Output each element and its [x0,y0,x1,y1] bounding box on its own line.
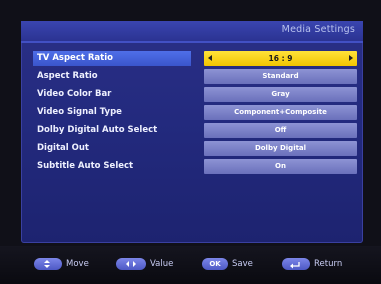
arrow-right-icon[interactable] [349,55,353,61]
hint-value-label: Value [150,259,174,269]
setting-value[interactable]: Gray [204,87,357,102]
hint-move-label: Move [66,259,89,269]
setting-label: Subtitle Auto Select [37,161,134,171]
panel-title: Media Settings [281,24,355,35]
setting-value-selector[interactable]: 16 : 9 [204,51,357,66]
setting-value[interactable]: Component+Composite [204,105,357,120]
setting-row-digital-out[interactable]: Digital Out Dolby Digital [30,141,358,156]
setting-value: 16 : 9 [268,54,293,63]
hint-return-label: Return [314,259,343,269]
setting-label: Aspect Ratio [37,71,98,81]
setting-row-video-signal-type[interactable]: Video Signal Type Component+Composite [30,105,358,120]
up-down-arrows-icon [34,258,62,270]
left-right-arrows-icon [116,258,146,270]
setting-row-subtitle-auto-select[interactable]: Subtitle Auto Select On [30,159,358,174]
setting-label: Digital Out [37,143,89,153]
setting-row-tv-aspect-ratio[interactable]: TV Aspect Ratio 16 : 9 [30,51,358,66]
panel-header: Media Settings [21,21,363,41]
hint-save-label: Save [232,259,253,269]
setting-label: Video Signal Type [37,107,122,117]
setting-row-aspect-ratio[interactable]: Aspect Ratio Standard [30,69,358,84]
header-divider [21,41,363,43]
setting-label: TV Aspect Ratio [33,51,191,66]
media-settings-panel: Media Settings TV Aspect Ratio 16 : 9 As… [21,21,363,243]
setting-value[interactable]: Standard [204,69,357,84]
setting-value[interactable]: On [204,159,357,174]
setting-label: Video Color Bar [37,89,112,99]
return-icon [282,258,310,270]
setting-value[interactable]: Off [204,123,357,138]
setting-row-dolby-digital-auto-select[interactable]: Dolby Digital Auto Select Off [30,123,358,138]
ok-key-icon: OK [202,258,228,270]
arrow-left-icon[interactable] [208,55,212,61]
setting-value[interactable]: Dolby Digital [204,141,357,156]
screen: Media Settings TV Aspect Ratio 16 : 9 As… [0,0,381,284]
setting-row-video-color-bar[interactable]: Video Color Bar Gray [30,87,358,102]
footer-key-hints: Move Value OK Save Return [0,246,381,284]
setting-label: Dolby Digital Auto Select [37,125,158,135]
